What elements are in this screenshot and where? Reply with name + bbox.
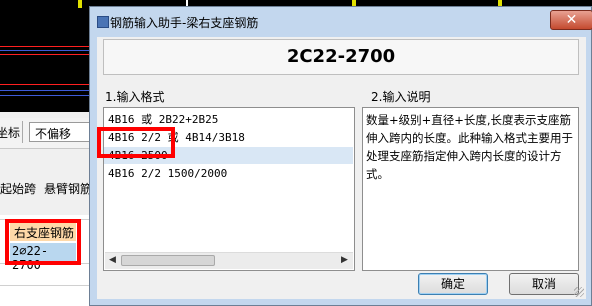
app-toolbar: 坐标 不偏移 bbox=[0, 118, 100, 149]
app-subtoolbar: 起始跨 悬臂钢筋 bbox=[0, 175, 100, 201]
code-display: 2C22-2700 bbox=[103, 39, 579, 75]
offset-dropdown-value: 不偏移 bbox=[35, 127, 72, 141]
cad-line bbox=[0, 50, 100, 51]
cad-line bbox=[0, 95, 100, 96]
offset-dropdown[interactable]: 不偏移 bbox=[29, 122, 95, 142]
scrollbar-thumb[interactable] bbox=[121, 255, 215, 266]
description-text: 数量+级别+直径+长度,长度表示支座筋伸入跨内的长度。此种输入格式主要用于处理支… bbox=[362, 107, 579, 271]
cad-line bbox=[0, 46, 100, 47]
horizontal-scrollbar[interactable]: ◀ ▶ bbox=[105, 252, 353, 269]
toolbar-separator bbox=[22, 121, 23, 143]
coord-button[interactable]: 坐标 bbox=[0, 124, 20, 141]
app-icon bbox=[97, 16, 109, 28]
cantilever-rebar-button[interactable]: 悬臂钢筋 bbox=[44, 180, 92, 197]
format-list-item[interactable]: 4B16 或 2B22+2B25 bbox=[108, 111, 352, 128]
red-highlight-grid bbox=[5, 219, 81, 265]
description-section-label: 2.输入说明 bbox=[371, 90, 431, 104]
format-list-item[interactable]: 4B16 2/2 1500/2000 bbox=[108, 165, 352, 182]
resize-grip-icon[interactable] bbox=[574, 287, 584, 297]
format-section-label: 1.输入格式 bbox=[105, 90, 165, 104]
dialog-title: 钢筋输入助手-梁右支座钢筋 bbox=[110, 16, 259, 30]
red-highlight-format bbox=[97, 127, 175, 158]
cad-line bbox=[78, 0, 82, 8]
cancel-button[interactable]: 取消 bbox=[509, 273, 579, 295]
cad-line bbox=[0, 54, 100, 55]
dialog-titlebar[interactable]: 钢筋输入助手-梁右支座钢筋 ✕ bbox=[90, 7, 592, 37]
scroll-right-icon[interactable]: ▶ bbox=[341, 255, 348, 265]
cad-line bbox=[0, 90, 100, 91]
cad-line bbox=[0, 84, 100, 85]
start-span-button[interactable]: 起始跨 bbox=[0, 180, 36, 197]
close-button[interactable]: ✕ bbox=[550, 10, 592, 30]
ok-button[interactable]: 确定 bbox=[418, 273, 488, 295]
scroll-left-icon[interactable]: ◀ bbox=[109, 255, 116, 265]
dialog-client: 2C22-2700 1.输入格式 2.输入说明 4B16 或 2B22+2B25… bbox=[97, 37, 586, 299]
grid-divider bbox=[0, 285, 100, 286]
